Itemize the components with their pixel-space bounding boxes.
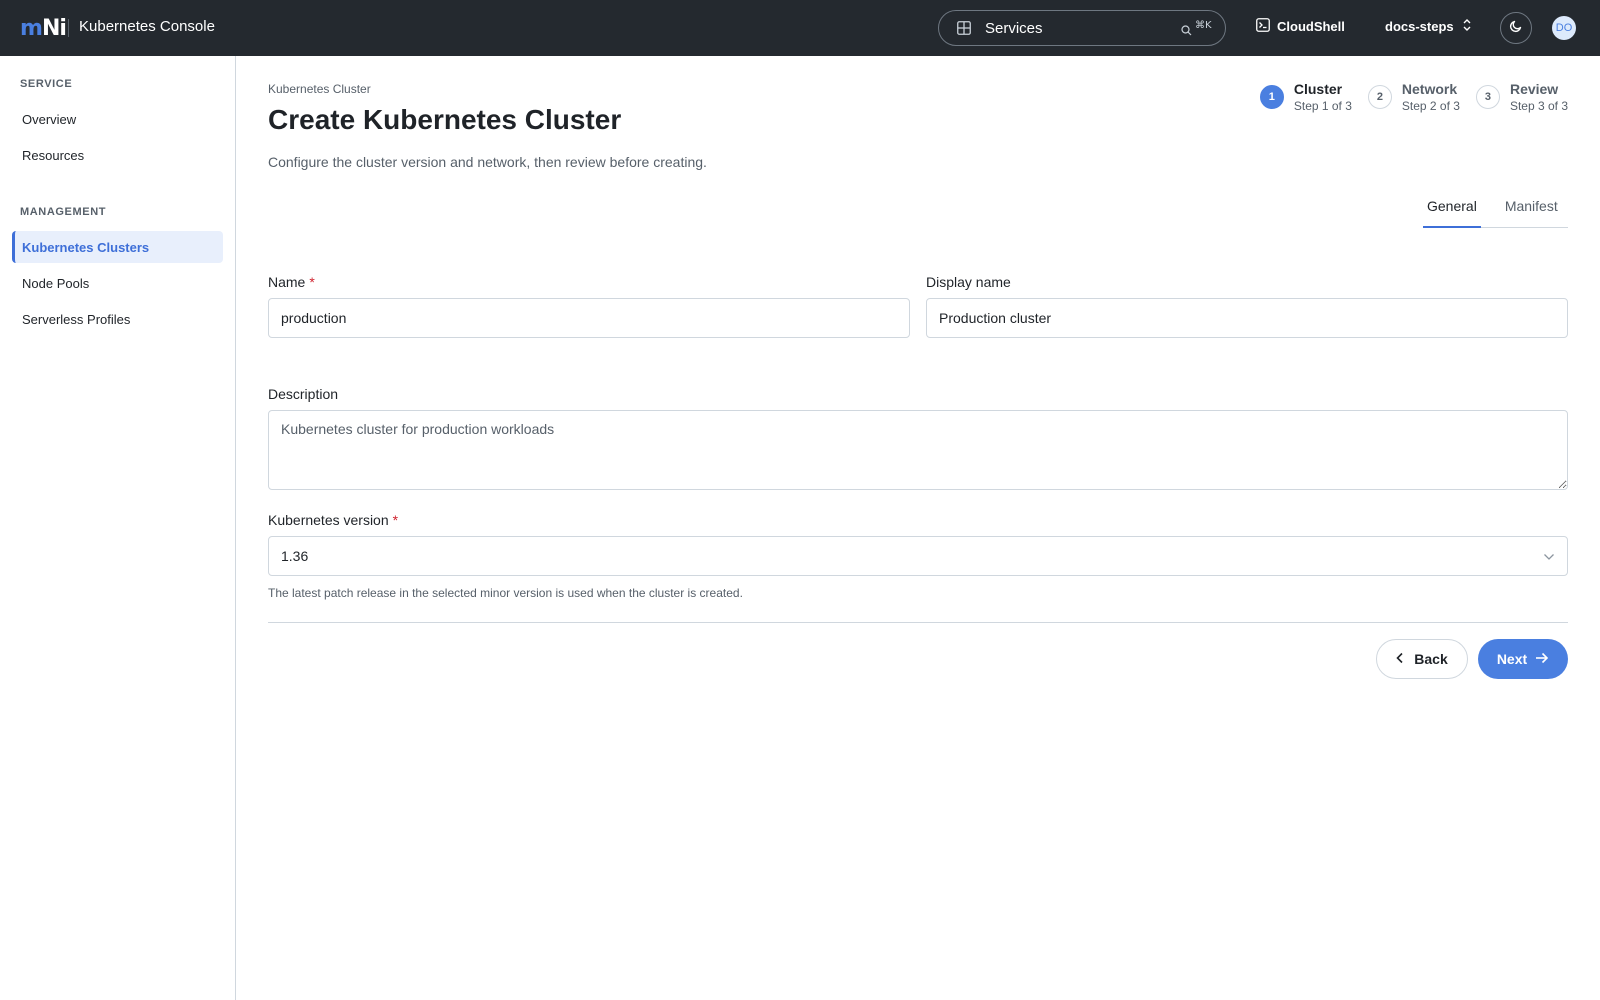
top-bar: m Ni Kubernetes Console Services ⌘K Cloud… [0, 0, 1600, 56]
name-label-text: Name [268, 274, 306, 290]
required-marker: * [392, 512, 399, 528]
sidebar: SERVICE Overview Resources MANAGEMENT Ku… [0, 56, 236, 1000]
cloudshell-label: CloudShell [1277, 19, 1345, 34]
logo-ni: Ni [41, 15, 67, 41]
moon-icon [1509, 19, 1523, 38]
tab-general[interactable]: General [1423, 192, 1481, 228]
wizard-steps: 1 Cluster Step 1 of 3 2 Network Step 2 o… [1244, 80, 1568, 115]
step-number: 2 [1367, 85, 1392, 109]
version-hint: The latest patch release in the selected… [268, 586, 743, 600]
required-marker: * [309, 274, 315, 290]
name-input[interactable] [268, 298, 910, 338]
next-button[interactable]: Next [1478, 639, 1568, 679]
search-icon [1181, 23, 1192, 41]
step-label: Network [1401, 81, 1458, 97]
cloudshell-button[interactable]: CloudShell [1256, 18, 1345, 35]
sidebar-item-node-pools[interactable]: Node Pools [12, 267, 223, 299]
chevron-up-down-icon [1454, 18, 1472, 35]
page-description: Configure the cluster version and networ… [268, 154, 707, 170]
page-title: Create Kubernetes Cluster [268, 104, 622, 135]
step-network[interactable]: 2 Network Step 2 of 3 [1367, 80, 1460, 115]
brand-logo[interactable]: m Ni [20, 15, 67, 41]
step-number: 3 [1475, 85, 1500, 109]
back-button-label: Back [1414, 651, 1448, 667]
version-label-text: Kubernetes version [268, 512, 389, 528]
step-subtitle: Step 3 of 3 [1509, 99, 1568, 113]
project-selector[interactable]: docs-steps [1385, 18, 1472, 35]
version-select[interactable]: 1.36 [268, 536, 1568, 576]
step-label: Cluster [1293, 81, 1343, 97]
grid-icon [957, 21, 971, 40]
step-label: Review [1509, 81, 1559, 97]
arrow-right-icon [1527, 651, 1549, 667]
name-label: Name * [268, 274, 315, 290]
main-content: Kubernetes Cluster Create Kubernetes Clu… [236, 56, 1600, 1000]
breadcrumb[interactable]: Kubernetes Cluster [268, 82, 371, 96]
form-divider [268, 622, 1568, 623]
step-cluster[interactable]: 1 Cluster Step 1 of 3 [1259, 80, 1352, 115]
avatar[interactable]: DO [1552, 16, 1576, 40]
description-textarea[interactable]: Kubernetes cluster for production worklo… [268, 410, 1568, 490]
sidebar-heading-management: MANAGEMENT [20, 206, 107, 218]
step-subtitle: Step 1 of 3 [1293, 99, 1352, 113]
services-search[interactable]: Services ⌘K [938, 10, 1226, 46]
search-shortcut: ⌘K [1195, 20, 1212, 31]
sidebar-heading-service: SERVICE [20, 78, 73, 90]
chevron-down-icon [1543, 548, 1555, 564]
tab-manifest[interactable]: Manifest [1501, 192, 1562, 228]
logo-m: m [20, 15, 43, 41]
form-tabs: General Manifest [1423, 192, 1568, 228]
version-selected-value: 1.36 [281, 548, 309, 564]
step-review[interactable]: 3 Review Step 3 of 3 [1475, 80, 1568, 115]
version-label: Kubernetes version * [268, 512, 398, 528]
description-label: Description [268, 386, 339, 402]
project-label: docs-steps [1385, 19, 1454, 34]
step-number: 1 [1259, 85, 1284, 109]
terminal-icon [1256, 18, 1277, 35]
theme-toggle-button[interactable] [1500, 12, 1532, 44]
chevron-left-icon [1396, 651, 1414, 667]
sidebar-item-resources[interactable]: Resources [12, 139, 223, 171]
display-name-label: Display name [926, 274, 1011, 290]
sidebar-item-overview[interactable]: Overview [12, 103, 223, 135]
next-button-label: Next [1496, 651, 1528, 667]
logo-divider [68, 19, 69, 37]
search-placeholder: Services [985, 20, 1043, 37]
step-subtitle: Step 2 of 3 [1401, 99, 1460, 113]
app-title[interactable]: Kubernetes Console [79, 18, 215, 35]
display-name-input[interactable] [926, 298, 1568, 338]
sidebar-item-serverless-profiles[interactable]: Serverless Profiles [12, 303, 223, 335]
sidebar-item-kubernetes-clusters[interactable]: Kubernetes Clusters [12, 231, 223, 263]
back-button[interactable]: Back [1376, 639, 1468, 679]
